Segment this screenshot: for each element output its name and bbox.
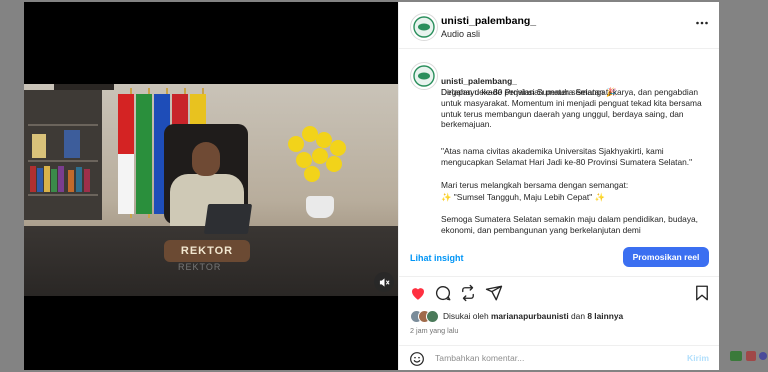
caption-area: unisti_palembang_ Dirgahayu ke-80 Provin…	[399, 50, 719, 240]
taskbar-tray	[728, 346, 768, 366]
liker-username[interactable]: marianapurbaunisti	[491, 311, 569, 321]
yellow-orchid	[286, 126, 350, 196]
caption-slogan: ✨ "Sumsel Tangguh, Maju Lebih Cepat" ✨	[441, 192, 605, 202]
more-options-button[interactable]	[695, 16, 709, 30]
nameplate-reflection: REKTOR	[178, 262, 222, 272]
send-comment-button[interactable]: Kirim	[687, 353, 709, 363]
share-icon	[485, 285, 503, 301]
promote-reel-button[interactable]: Promosikan reel	[623, 247, 709, 267]
rektor-nameplate: REKTOR	[164, 240, 250, 262]
caption-avatar[interactable]	[410, 62, 438, 90]
likes-text: Disukai oleh marianapurbaunisti dan 8 la…	[443, 311, 623, 321]
unisti-logo-icon	[413, 65, 435, 87]
mute-icon	[379, 277, 390, 287]
post-author[interactable]: unisti_palembang_	[441, 15, 536, 27]
caption-paragraph-3: Mari terus melangkah bersama dengan sema…	[441, 180, 629, 190]
like-button[interactable]	[409, 284, 427, 302]
emoji-icon	[410, 352, 424, 366]
likes-middle: dan	[568, 311, 588, 321]
post-details-panel: unisti_palembang_ Audio asli unisti_pale…	[398, 2, 719, 370]
flag-green	[136, 94, 152, 214]
share-button[interactable]	[485, 284, 503, 302]
save-icon	[696, 285, 708, 301]
author-avatar[interactable]	[410, 13, 438, 41]
caption-paragraph-4: Semoga Sumatera Selatan semakin maju dal…	[441, 214, 698, 235]
liker-avatar	[426, 310, 439, 323]
comment-bar: Tambahkan komentar... Kirim	[399, 345, 719, 371]
unisti-logo-icon	[413, 16, 435, 38]
more-icon	[696, 21, 708, 25]
reel-media[interactable]: REKTOR REKTOR	[24, 2, 398, 370]
flag-red-white	[118, 94, 134, 214]
repost-icon	[462, 284, 474, 302]
heart-icon	[412, 288, 424, 300]
caption-paragraph-2: "Atas nama civitas akademika Universitas…	[441, 146, 693, 167]
video-frame[interactable]: REKTOR REKTOR	[24, 84, 398, 296]
tray-icons	[730, 351, 767, 361]
caption-paragraph-1: Delapan dekade perjalanan penuh semangat…	[441, 87, 702, 130]
mute-button[interactable]	[374, 272, 394, 292]
save-button[interactable]	[693, 284, 711, 302]
comment-icon	[435, 285, 451, 301]
audio-label[interactable]: Audio asli	[441, 29, 480, 39]
caption-author[interactable]: unisti_palembang_	[441, 76, 517, 86]
action-bar	[399, 282, 719, 306]
comment-button[interactable]	[434, 284, 452, 302]
laptop	[203, 204, 253, 234]
comment-input[interactable]: Tambahkan komentar...	[435, 353, 524, 363]
person-head	[192, 142, 220, 176]
bookshelf	[24, 90, 102, 220]
flower-pot	[306, 196, 334, 218]
likes-prefix: Disukai oleh	[443, 311, 491, 321]
likes-others[interactable]: 8 lainnya	[587, 311, 623, 321]
insight-bar: Lihat insight Promosikan reel	[399, 242, 719, 277]
emoji-button[interactable]	[409, 351, 425, 367]
view-insights-link[interactable]: Lihat insight	[410, 253, 464, 263]
post-timestamp: 2 jam yang lalu	[410, 326, 459, 335]
post-header: unisti_palembang_ Audio asli	[399, 2, 719, 49]
repost-button[interactable]	[459, 284, 477, 302]
